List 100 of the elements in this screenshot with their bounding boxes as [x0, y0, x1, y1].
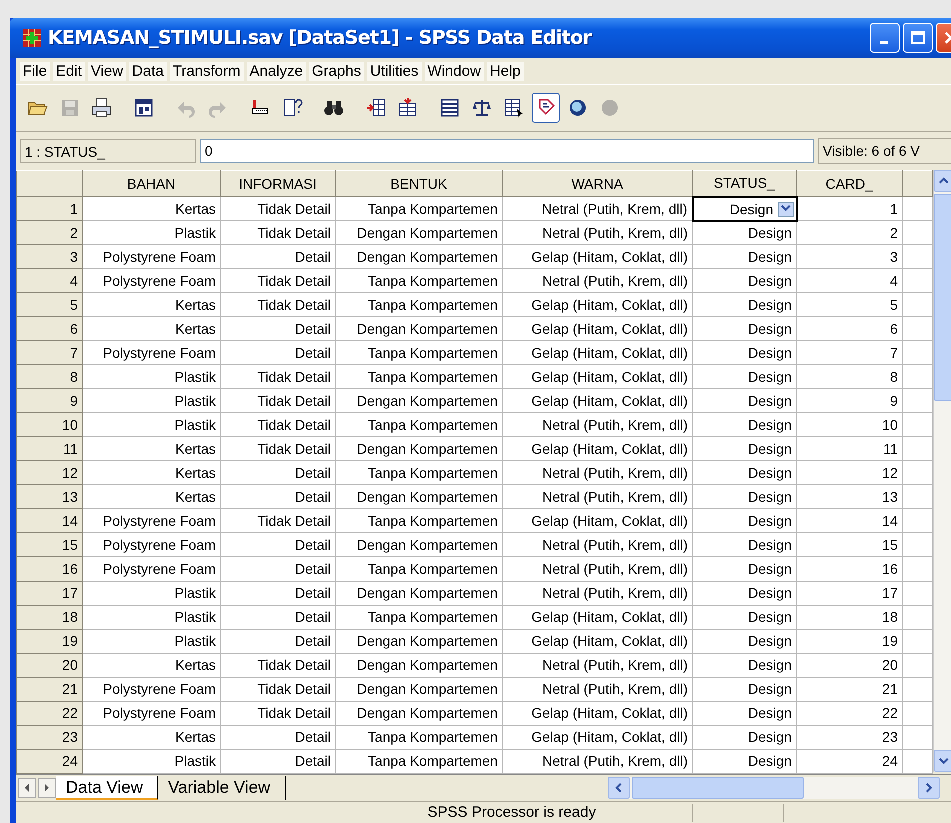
scale-icon[interactable]: [471, 97, 493, 119]
scroll-thumb[interactable]: [632, 777, 804, 799]
table-cell: Polystyrene Foam: [82, 244, 220, 269]
row-number[interactable]: 17: [16, 581, 82, 606]
row-number[interactable]: 18: [16, 605, 82, 630]
table-cell: Kertas: [82, 484, 220, 509]
table-cell: Gelap (Hitam, Coklat, dll): [502, 292, 692, 317]
row-number[interactable]: 14: [16, 508, 82, 533]
table-cell: Gelap (Hitam, Coklat, dll): [502, 244, 692, 269]
view-tab[interactable]: Variable View: [158, 776, 286, 800]
column-header[interactable]: CARD_: [796, 170, 902, 196]
table-cell: Dengan Kompartemen: [336, 701, 502, 726]
table-cell: Design: [692, 581, 796, 606]
table-cell: 18: [796, 605, 902, 630]
column-header[interactable]: STATUS_: [692, 170, 796, 196]
column-header[interactable]: INFORMASI: [220, 170, 336, 196]
table-cell: Design: [692, 436, 796, 461]
menu-item[interactable]: Data: [129, 62, 167, 80]
menu-item[interactable]: Help: [487, 62, 524, 80]
table-cell: Tanpa Kompartemen: [336, 749, 502, 774]
table-cell: Tidak Detail: [220, 220, 336, 245]
row-number[interactable]: 3: [16, 244, 82, 269]
sets-icon[interactable]: [567, 97, 589, 119]
menu-item[interactable]: Utilities: [367, 62, 422, 80]
row-number[interactable]: 11: [16, 436, 82, 461]
cell-value-field[interactable]: 0: [200, 139, 814, 163]
row-number[interactable]: 7: [16, 340, 82, 365]
menu-item[interactable]: Edit: [53, 62, 86, 80]
row-number[interactable]: 20: [16, 653, 82, 678]
column-header[interactable]: BENTUK: [336, 170, 502, 196]
split-file-icon[interactable]: [439, 97, 461, 119]
value-labels-button[interactable]: [532, 93, 560, 123]
menu-item[interactable]: Window: [424, 62, 484, 80]
maximize-button[interactable]: [903, 23, 933, 53]
menu-item[interactable]: View: [88, 62, 126, 80]
horizontal-scrollbar[interactable]: [608, 777, 940, 799]
row-number[interactable]: 5: [16, 292, 82, 317]
insert-case-icon[interactable]: [365, 97, 387, 119]
row-number[interactable]: 15: [16, 532, 82, 557]
print-icon[interactable]: [91, 97, 113, 119]
table-cell: Detail: [220, 484, 336, 509]
table-cell: Tidak Detail: [220, 701, 336, 726]
row-number[interactable]: 1: [16, 196, 82, 221]
row-number[interactable]: 6: [16, 316, 82, 341]
row-number[interactable]: 21: [16, 677, 82, 702]
row-number[interactable]: 13: [16, 484, 82, 509]
tab-left-icon[interactable]: [18, 778, 36, 798]
scroll-thumb[interactable]: [934, 194, 951, 401]
table-cell: Design: [692, 364, 796, 389]
row-number[interactable]: 10: [16, 412, 82, 437]
row-number[interactable]: 19: [16, 629, 82, 654]
table-cell: Design: [692, 292, 796, 317]
vertical-scrollbar[interactable]: [933, 170, 951, 772]
scroll-right-icon[interactable]: [918, 777, 940, 799]
menu-item[interactable]: Graphs: [309, 62, 364, 80]
table-cell: Tanpa Kompartemen: [336, 556, 502, 581]
table-cell: Plastik: [82, 388, 220, 413]
table-cell: Design: [692, 629, 796, 654]
row-number[interactable]: 24: [16, 749, 82, 774]
row-number[interactable]: 23: [16, 725, 82, 750]
select-cases-icon[interactable]: [503, 97, 525, 119]
tab-right-icon[interactable]: [38, 778, 56, 798]
table-cell: Detail: [220, 340, 336, 365]
table-cell: Tanpa Kompartemen: [336, 460, 502, 485]
scroll-left-icon[interactable]: [608, 777, 630, 799]
table-cell: Design: [692, 220, 796, 245]
table-cell: Plastik: [82, 581, 220, 606]
table-cell: Plastik: [82, 220, 220, 245]
row-number[interactable]: 16: [16, 556, 82, 581]
caret-icon: [778, 202, 794, 217]
scroll-down-icon[interactable]: [934, 750, 951, 772]
row-number[interactable]: 12: [16, 460, 82, 485]
table-cell: Design: [692, 749, 796, 774]
row-number[interactable]: 4: [16, 268, 82, 293]
table-cell: Kertas: [82, 436, 220, 461]
status-dropdown[interactable]: Design: [692, 196, 796, 221]
table-cell: Tidak Detail: [220, 436, 336, 461]
table-cell: Polystyrene Foam: [82, 532, 220, 557]
menu-item[interactable]: Transform: [170, 62, 244, 80]
row-number[interactable]: 9: [16, 388, 82, 413]
menu-item[interactable]: Analyze: [246, 62, 306, 80]
table-cell: Netral (Putih, Krem, dll): [502, 581, 692, 606]
view-tab[interactable]: Data View: [56, 776, 158, 800]
row-number[interactable]: 8: [16, 364, 82, 389]
scroll-up-icon[interactable]: [934, 170, 951, 192]
dialog-icon[interactable]: [133, 97, 155, 119]
row-number[interactable]: 22: [16, 701, 82, 726]
table-cell: Netral (Putih, Krem, dll): [502, 196, 692, 221]
table-cell: Design: [692, 725, 796, 750]
table-cell: Tidak Detail: [220, 412, 336, 437]
column-header[interactable]: WARNA: [502, 170, 692, 196]
insert-variable-icon[interactable]: [397, 97, 419, 119]
column-header[interactable]: BAHAN: [82, 170, 220, 196]
minimize-button[interactable]: [870, 23, 900, 53]
table-cell: Netral (Putih, Krem, dll): [502, 268, 692, 293]
table-cell: Kertas: [82, 725, 220, 750]
table-cell: Gelap (Hitam, Coklat, dll): [502, 388, 692, 413]
menu-item[interactable]: File: [20, 62, 50, 80]
table-cell: Design: [692, 653, 796, 678]
row-number[interactable]: 2: [16, 220, 82, 245]
